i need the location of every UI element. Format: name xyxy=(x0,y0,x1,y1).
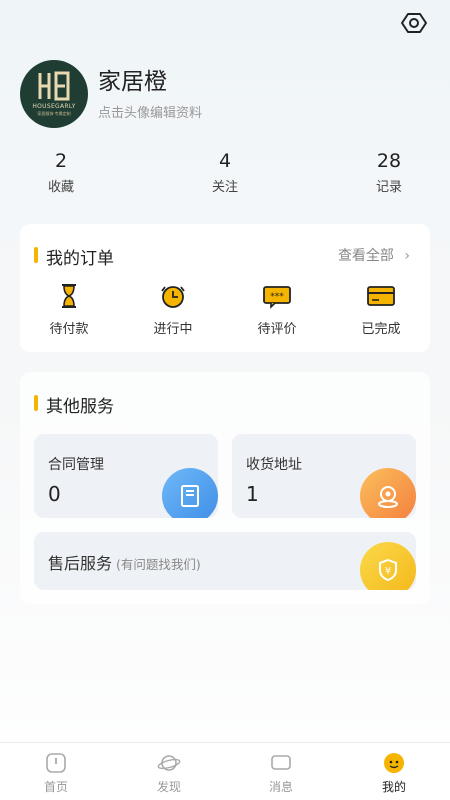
order-label: 已完成 xyxy=(361,322,401,337)
message-icon xyxy=(269,751,293,775)
tab-label: 消息 xyxy=(268,780,293,794)
after-sales-card[interactable]: 售后服务 (有问题找我们) ¥ xyxy=(34,532,416,590)
avatar-subtitle: 家居服饰·专属定制 xyxy=(37,111,71,116)
tab-messages[interactable]: 消息 xyxy=(251,751,311,795)
services-card: 其他服务 合同管理 0 收货地址 1 售后服务 (有问题找我们) ¥ xyxy=(20,372,430,604)
svg-text:***: *** xyxy=(270,292,284,302)
order-completed[interactable]: 已完成 xyxy=(336,282,426,337)
stat-value: 2 xyxy=(54,150,68,172)
stat-label: 关注 xyxy=(211,180,238,195)
order-label: 进行中 xyxy=(153,322,193,337)
after-sales-hint: (有问题找我们) xyxy=(116,557,201,572)
planet-icon xyxy=(157,751,181,775)
location-icon xyxy=(378,486,398,508)
stat-records[interactable]: 28 记录 xyxy=(349,150,429,195)
tab-home[interactable]: 首页 xyxy=(26,751,86,795)
after-sales-badge: ¥ xyxy=(360,542,416,590)
order-label: 待评价 xyxy=(257,322,297,337)
stat-following[interactable]: 4 关注 xyxy=(185,150,265,195)
tab-discover[interactable]: 发现 xyxy=(139,751,199,795)
tab-profile[interactable]: 我的 xyxy=(364,751,424,795)
order-label: 待付款 xyxy=(49,322,89,337)
services-title: 其他服务 xyxy=(34,392,114,417)
contract-management-card[interactable]: 合同管理 0 xyxy=(34,434,218,518)
address-title: 收货地址 xyxy=(246,457,302,473)
stat-value: 28 xyxy=(376,150,402,172)
stat-label: 收藏 xyxy=(47,180,74,195)
bottom-tab-bar: 首页 发现 消息 我的 xyxy=(0,742,450,800)
username: 家居橙 xyxy=(98,69,167,95)
address-count: 1 xyxy=(246,482,259,506)
stat-label: 记录 xyxy=(375,180,402,195)
view-all-label: 查看全部 xyxy=(337,248,394,264)
contract-badge xyxy=(162,468,218,518)
stat-value: 4 xyxy=(218,150,232,172)
stat-favorites[interactable]: 2 收藏 xyxy=(21,150,101,195)
clock-icon xyxy=(159,282,187,310)
document-icon xyxy=(181,485,199,507)
tab-label: 发现 xyxy=(156,780,181,794)
orders-card: 我的订单 查看全部 › 待付款 进行中 *** 待评价 已完成 xyxy=(20,224,430,352)
order-in-progress[interactable]: 进行中 xyxy=(128,282,218,337)
yuan-shield-icon: ¥ xyxy=(379,558,397,582)
hourglass-icon xyxy=(55,282,83,310)
card-icon xyxy=(367,282,395,310)
view-all-orders-link[interactable]: 查看全部 › xyxy=(338,245,410,265)
address-badge xyxy=(360,468,416,518)
svg-text:¥: ¥ xyxy=(385,566,391,577)
avatar-brand: HOUSEGARLY xyxy=(32,103,76,110)
comment-icon: *** xyxy=(263,282,291,310)
chevron-right-icon: › xyxy=(404,248,410,264)
order-to-review[interactable]: *** 待评价 xyxy=(232,282,322,337)
brand-logo xyxy=(38,71,70,101)
order-pending-payment[interactable]: 待付款 xyxy=(24,282,114,337)
settings-icon xyxy=(401,13,427,33)
after-sales-title: 售后服务 (有问题找我们) xyxy=(48,550,201,574)
tab-label: 我的 xyxy=(381,780,406,794)
home-icon xyxy=(44,751,68,775)
shipping-address-card[interactable]: 收货地址 1 xyxy=(232,434,416,518)
settings-button[interactable] xyxy=(400,9,428,37)
edit-profile-hint[interactable]: 点击头像编辑资料 xyxy=(98,102,202,121)
profile-icon xyxy=(382,751,406,775)
after-sales-label: 售后服务 xyxy=(48,554,113,573)
stats-row: 2 收藏 4 关注 28 记录 xyxy=(0,150,450,200)
contract-count: 0 xyxy=(48,482,61,506)
orders-title: 我的订单 xyxy=(34,244,114,269)
contract-title: 合同管理 xyxy=(48,457,104,473)
avatar[interactable]: HOUSEGARLY 家居服饰·专属定制 xyxy=(20,60,88,128)
tab-label: 首页 xyxy=(43,780,68,794)
